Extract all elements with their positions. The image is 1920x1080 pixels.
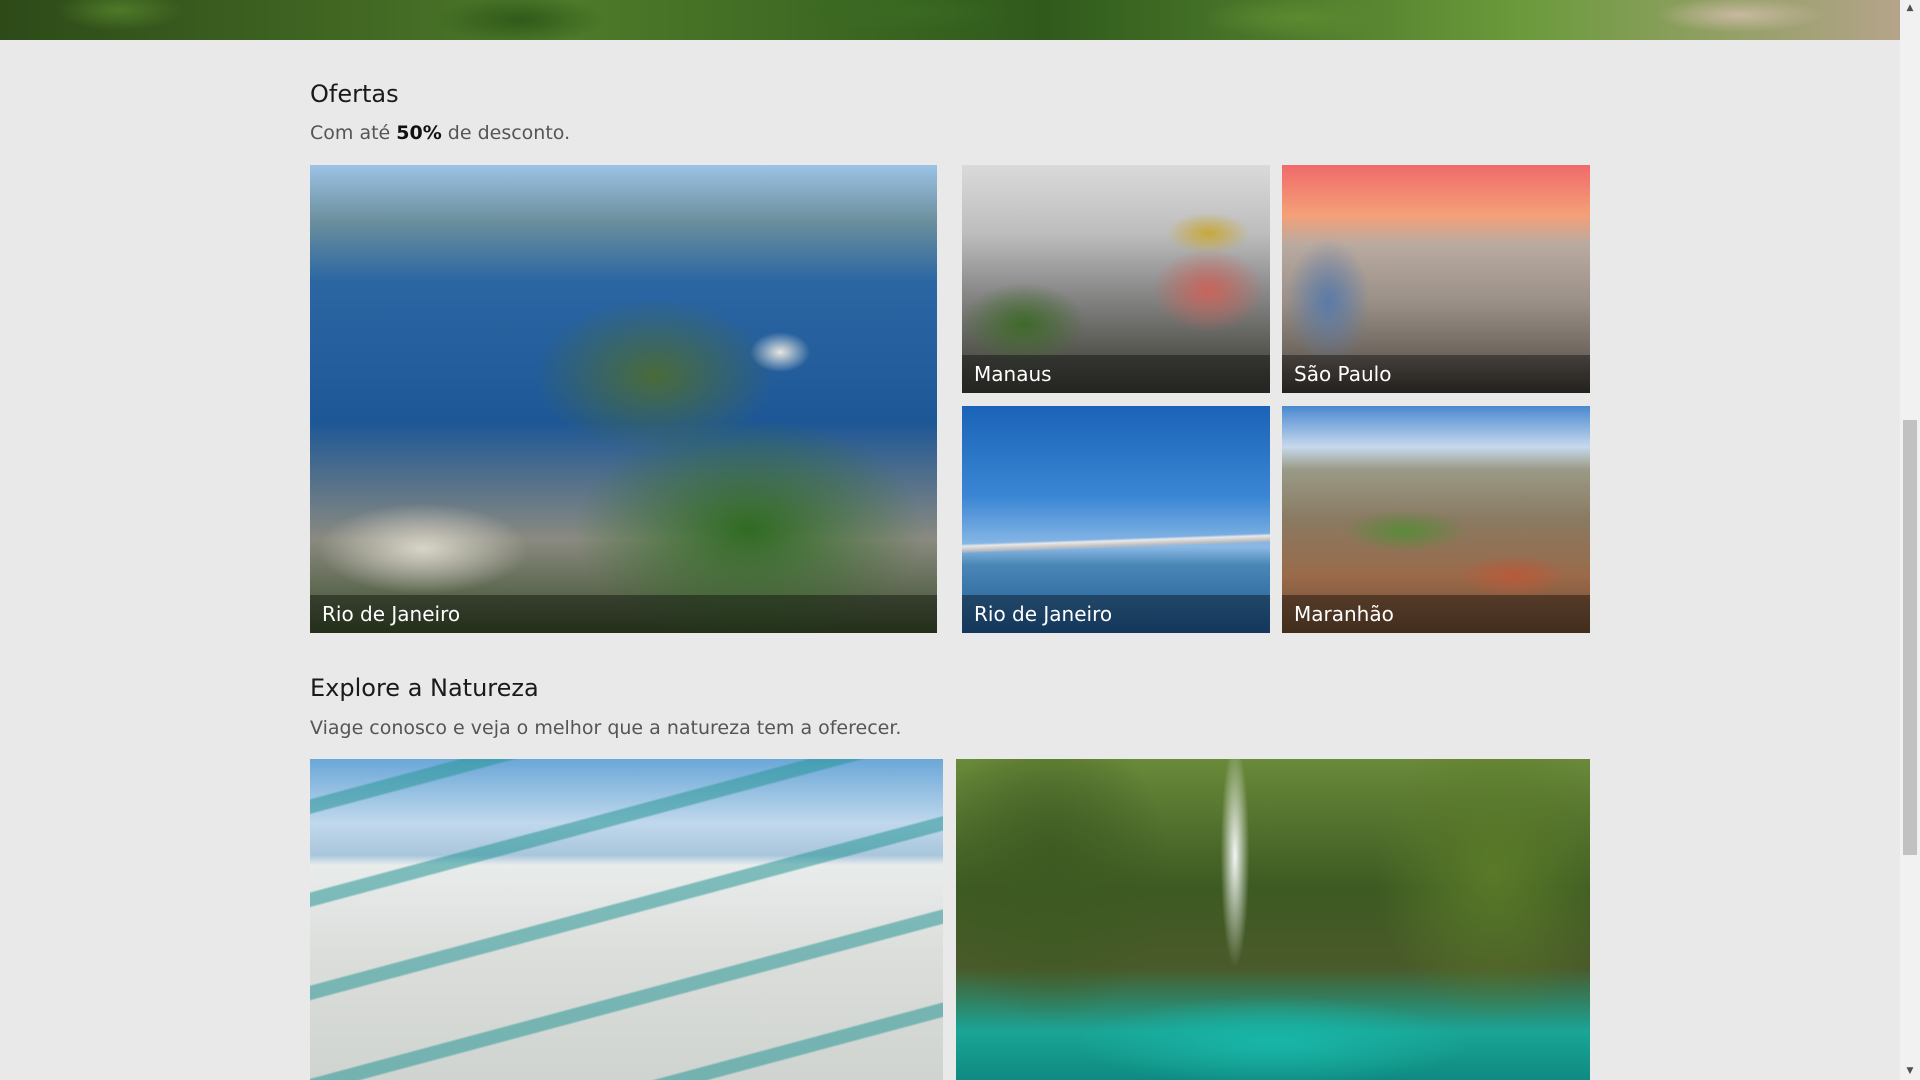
offer-card-rio-de-janeiro-bridge[interactable]: Rio de Janeiro — [962, 406, 1270, 633]
vertical-scrollbar[interactable]: ▲ ▼ — [1900, 0, 1920, 1080]
nature-card-dunes[interactable] — [310, 759, 943, 1080]
offer-card-sao-paulo[interactable]: São Paulo — [1282, 165, 1590, 393]
offer-card-label: São Paulo — [1282, 355, 1590, 393]
scroll-down-icon[interactable]: ▼ — [1900, 1063, 1920, 1080]
offer-card-rio-de-janeiro[interactable]: Rio de Janeiro — [310, 165, 937, 633]
ofertas-title: Ofertas — [310, 80, 399, 108]
nature-card-waterfall[interactable] — [956, 759, 1590, 1080]
ofertas-subtitle-text-end: de desconto. — [441, 122, 571, 144]
offer-card-label: Rio de Janeiro — [962, 595, 1270, 633]
offer-card-label: Manaus — [962, 355, 1270, 393]
offer-card-label: Maranhão — [1282, 595, 1590, 633]
ofertas-subtitle: Com até 50% de desconto. — [310, 122, 570, 144]
offer-card-manaus[interactable]: Manaus — [962, 165, 1270, 393]
offer-card-label: Rio de Janeiro — [310, 595, 937, 633]
scrollbar-thumb[interactable] — [1903, 420, 1917, 855]
natureza-subtitle: Viage conosco e veja o melhor que a natu… — [310, 717, 902, 739]
natureza-title: Explore a Natureza — [310, 674, 539, 702]
offer-card-maranhao[interactable]: Maranhão — [1282, 406, 1590, 633]
ofertas-subtitle-text: Com até — [310, 122, 397, 144]
discount-highlight: 50% — [396, 122, 442, 144]
hero-image-bottom — [0, 0, 1900, 40]
scroll-up-icon[interactable]: ▲ — [1900, 0, 1920, 17]
